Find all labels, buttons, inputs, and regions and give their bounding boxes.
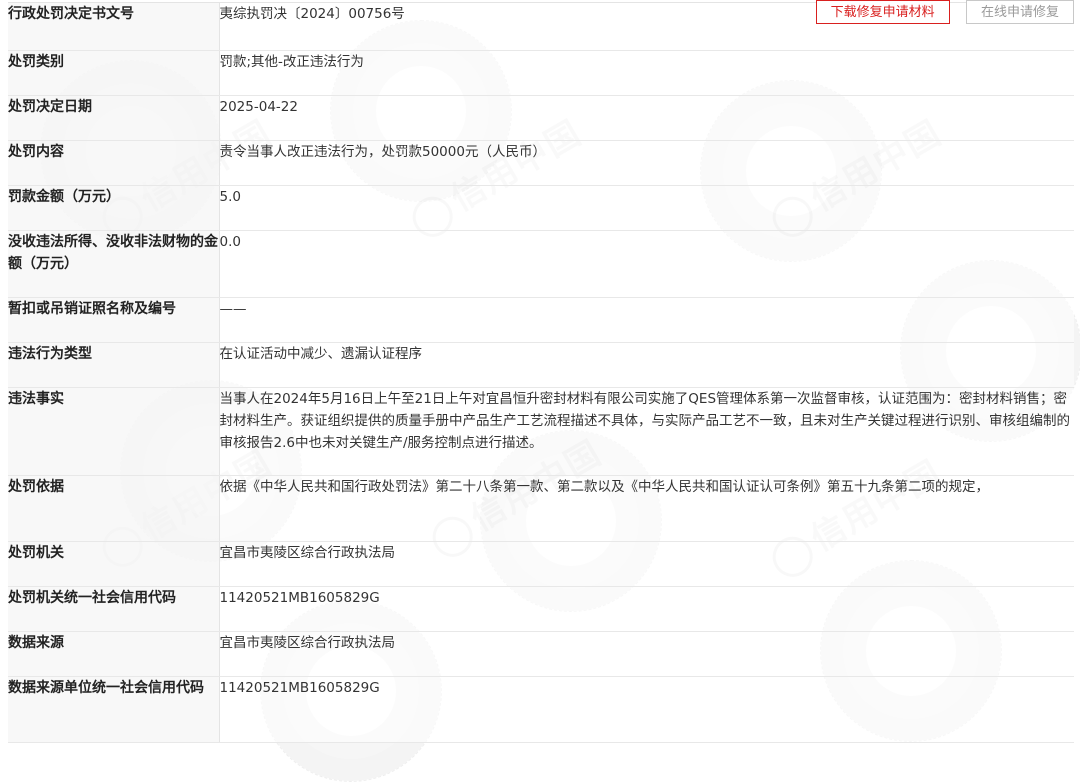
row-label: 处罚依据 [8,475,220,542]
row-label: 没收违法所得、没收非法财物的金额（万元） [8,230,220,298]
table-row: 暂扣或吊销证照名称及编号 —— [8,297,1074,343]
row-value: 5.0 [219,185,1074,231]
row-value: —— [219,297,1074,343]
row-value: 宜昌市夷陵区综合行政执法局 [219,631,1074,677]
table-row: 违法事实 当事人在2024年5月16日上午至21日上午对宜昌恒升密封材料有限公司… [8,387,1074,476]
table-row: 处罚类别 罚款;其他-改正违法行为 [8,50,1074,96]
row-value: 罚款;其他-改正违法行为 [219,50,1074,96]
decision-number: 夷综执罚决〔2024〕00756号 [219,6,405,22]
penalty-info-table: 行政处罚决定书文号 夷综执罚决〔2024〕00756号 下载修复申请材料 在线申… [8,0,1074,743]
table-row: 处罚内容 责令当事人改正违法行为，处罚款50000元（人民币） [8,140,1074,186]
table-row: 数据来源单位统一社会信用代码 11420521MB1605829G [8,676,1074,743]
row-label: 处罚决定日期 [8,95,220,141]
table-row: 违法行为类型 在认证活动中减少、遗漏认证程序 [8,342,1074,388]
row-label: 违法行为类型 [8,342,220,388]
download-repair-materials-button[interactable]: 下载修复申请材料 [815,0,950,24]
action-buttons: 下载修复申请材料 在线申请修复 [804,0,1074,24]
row-value: 0.0 [219,230,1074,298]
table-row: 数据来源 宜昌市夷陵区综合行政执法局 [8,631,1074,677]
online-repair-button[interactable]: 在线申请修复 [965,0,1074,24]
row-value: 责令当事人改正违法行为，处罚款50000元（人民币） [219,140,1074,186]
row-value: 当事人在2024年5月16日上午至21日上午对宜昌恒升密封材料有限公司实施了QE… [219,387,1074,476]
row-value: 宜昌市夷陵区综合行政执法局 [219,541,1074,587]
row-label: 处罚内容 [8,140,220,186]
row-label: 数据来源单位统一社会信用代码 [8,676,220,743]
row-value: 2025-04-22 [219,95,1074,141]
row-label: 处罚类别 [8,50,220,96]
row-label: 违法事实 [8,387,220,476]
row-value: 依据《中华人民共和国行政处罚法》第二十八条第一款、第二款以及《中华人民共和国认证… [219,475,1074,542]
row-value: 在认证活动中减少、遗漏认证程序 [219,342,1074,388]
row-label: 暂扣或吊销证照名称及编号 [8,297,220,343]
row-label: 行政处罚决定书文号 [8,2,220,51]
row-label: 处罚机关 [8,541,220,587]
table-row: 没收违法所得、没收非法财物的金额（万元） 0.0 [8,230,1074,298]
table-row: 行政处罚决定书文号 夷综执罚决〔2024〕00756号 下载修复申请材料 在线申… [8,0,1074,51]
row-value: 11420521MB1605829G [219,586,1074,632]
table-row: 处罚决定日期 2025-04-22 [8,95,1074,141]
row-label: 处罚机关统一社会信用代码 [8,586,220,632]
row-label: 数据来源 [8,631,220,677]
row-value: 11420521MB1605829G [219,676,1074,743]
table-row: 罚款金额（万元） 5.0 [8,185,1074,231]
row-value: 夷综执罚决〔2024〕00756号 下载修复申请材料 在线申请修复 [219,0,1074,51]
table-row: 处罚机关统一社会信用代码 11420521MB1605829G [8,586,1074,632]
table-row: 处罚机关 宜昌市夷陵区综合行政执法局 [8,541,1074,587]
row-label: 罚款金额（万元） [8,185,220,231]
table-row: 处罚依据 依据《中华人民共和国行政处罚法》第二十八条第一款、第二款以及《中华人民… [8,475,1074,542]
